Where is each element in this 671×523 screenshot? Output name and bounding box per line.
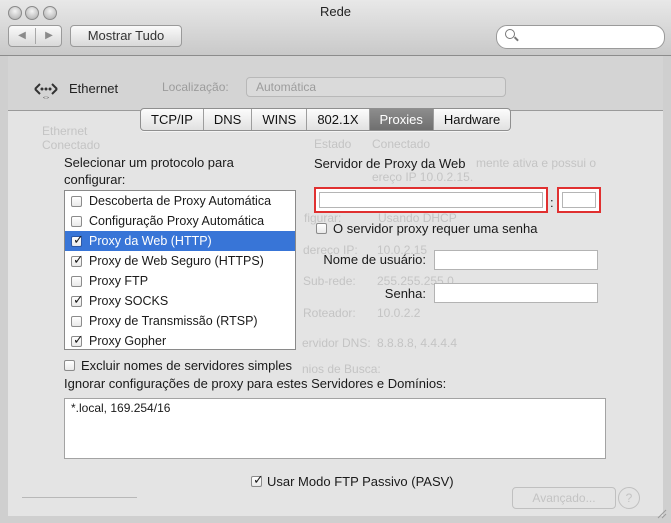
protocol-label: Configuração Proxy Automática (89, 214, 265, 228)
exclude-simple-checkbox[interactable] (64, 360, 75, 371)
host-port-separator: : (550, 195, 554, 210)
protocol-checkbox[interactable]: ✓ (71, 331, 84, 347)
protocol-checkbox[interactable]: ✓ (71, 251, 84, 267)
protocol-item-auto-discovery[interactable]: Descoberta de Proxy Automática (65, 191, 295, 211)
search-input[interactable] (496, 25, 665, 49)
checkmark-icon: ✓ (73, 291, 84, 307)
bg-router-label: Roteador: (303, 306, 356, 320)
tab-8021x[interactable]: 802.1X (307, 109, 370, 130)
bypass-hosts-label: Ignorar configurações de proxy para este… (64, 376, 447, 391)
protocol-label: Proxy da Web (HTTP) (89, 234, 212, 248)
sidebar-bottom-controls (22, 497, 137, 518)
location-label: Localização: (162, 80, 229, 94)
interface-name: Ethernet (69, 81, 119, 96)
svg-text:<>: <> (43, 95, 50, 100)
protocol-checkbox[interactable] (71, 315, 82, 327)
password-required-checkbox[interactable] (316, 223, 327, 234)
username-field[interactable] (434, 250, 598, 270)
password-required-option[interactable]: O servidor proxy requer uma senha (316, 221, 537, 236)
exclude-simple-hostnames-option[interactable]: Excluir nomes de servidores simples (64, 358, 292, 373)
protocol-item-https[interactable]: ✓ Proxy de Web Seguro (HTTPS) (65, 251, 295, 271)
proxy-host-highlight (314, 187, 548, 213)
location-value: Automática (256, 80, 317, 94)
bg-status-desc-2: ereço IP 10.0.2.15. (372, 170, 474, 184)
protocol-item-gopher[interactable]: ✓ Proxy Gopher (65, 331, 295, 351)
back-forward-control[interactable]: ◀ ▶ (8, 25, 62, 47)
protocol-checkbox[interactable]: ✓ (71, 231, 84, 247)
protocol-checkbox[interactable] (71, 195, 82, 207)
bg-dns-value: 8.8.8.8, 4.4.4.4 (377, 336, 458, 350)
protocol-label: Proxy SOCKS (89, 294, 169, 308)
checkmark-icon: ✓ (73, 251, 84, 267)
checkmark-icon: ✓ (73, 231, 84, 247)
protocol-label: Proxy de Transmissão (RTSP) (89, 314, 258, 328)
ethernet-icon: <> (32, 78, 60, 103)
advanced-button: Avançado... (512, 487, 616, 509)
tab-tcpip[interactable]: TCP/IP (141, 109, 204, 130)
bg-status-label: Estado (314, 137, 352, 151)
password-label: Senha: (384, 286, 426, 301)
help-button: ? (618, 487, 640, 509)
bg-sidebar-item: Ethernet (42, 124, 88, 138)
tab-hardware[interactable]: Hardware (434, 109, 510, 130)
proxy-port-highlight (557, 187, 601, 213)
bg-status-desc-1: mente ativa e possui o (476, 156, 597, 170)
protocol-label: Proxy Gopher (89, 334, 167, 348)
username-label: Nome de usuário: (323, 252, 426, 267)
protocol-list-label: Selecionar um protocolo para configurar: (64, 155, 234, 187)
back-arrow-icon[interactable]: ◀ (9, 26, 35, 46)
resize-grip-icon[interactable] (655, 507, 667, 519)
protocol-checkbox[interactable] (71, 215, 82, 227)
proxy-server-title: Servidor de Proxy da Web (314, 156, 466, 171)
tab-bar: TCP/IP DNS WINS 802.1X Proxies Hardware (140, 108, 512, 131)
proxy-port-input[interactable] (562, 192, 596, 208)
tab-wins[interactable]: WINS (252, 109, 308, 130)
protocol-item-rtsp[interactable]: Proxy de Transmissão (RTSP) (65, 311, 295, 331)
exclude-simple-label: Excluir nomes de servidores simples (81, 358, 292, 373)
protocol-item-http[interactable]: ✓ Proxy da Web (HTTP) (65, 231, 295, 251)
passive-ftp-label: Usar Modo FTP Passivo (PASV) (267, 474, 454, 489)
passive-ftp-option[interactable]: ✓ Usar Modo FTP Passivo (PASV) (251, 472, 454, 489)
protocol-item-auto-config[interactable]: Configuração Proxy Automática (65, 211, 295, 231)
bg-status-value: Conectado (372, 137, 431, 151)
bypass-hosts-value: *.local, 169.254/16 (71, 401, 171, 415)
window-title: Rede (319, 4, 352, 19)
protocol-item-ftp[interactable]: Proxy FTP (65, 271, 295, 291)
tab-dns[interactable]: DNS (204, 109, 253, 130)
protocol-label: Descoberta de Proxy Automática (89, 194, 272, 208)
tab-proxies[interactable]: Proxies (369, 109, 434, 130)
protocol-label: Proxy FTP (89, 274, 149, 288)
proxy-host-input[interactable] (319, 192, 543, 208)
password-field[interactable] (434, 283, 598, 303)
show-all-button[interactable]: Mostrar Tudo (70, 25, 182, 47)
protocol-checkbox[interactable] (71, 275, 82, 287)
password-required-label: O servidor proxy requer uma senha (333, 221, 538, 236)
passive-ftp-checkbox[interactable]: ✓ (251, 472, 264, 487)
checkmark-icon: ✓ (253, 472, 264, 487)
protocol-label: Proxy de Web Seguro (HTTPS) (89, 254, 264, 268)
checkmark-icon: ✓ (73, 331, 84, 347)
protocol-list[interactable]: Descoberta de Proxy Automática Configura… (64, 190, 296, 350)
forward-arrow-icon[interactable]: ▶ (36, 26, 62, 46)
bg-router-value: 10.0.2.2 (377, 306, 421, 320)
bg-dns-label: ervidor DNS: (302, 336, 371, 350)
protocol-item-socks[interactable]: ✓ Proxy SOCKS (65, 291, 295, 311)
protocol-checkbox[interactable]: ✓ (71, 291, 84, 307)
bg-sidebar-status: Conectado (42, 138, 101, 152)
bg-search-domain-label: nios de Busca: (302, 362, 381, 376)
